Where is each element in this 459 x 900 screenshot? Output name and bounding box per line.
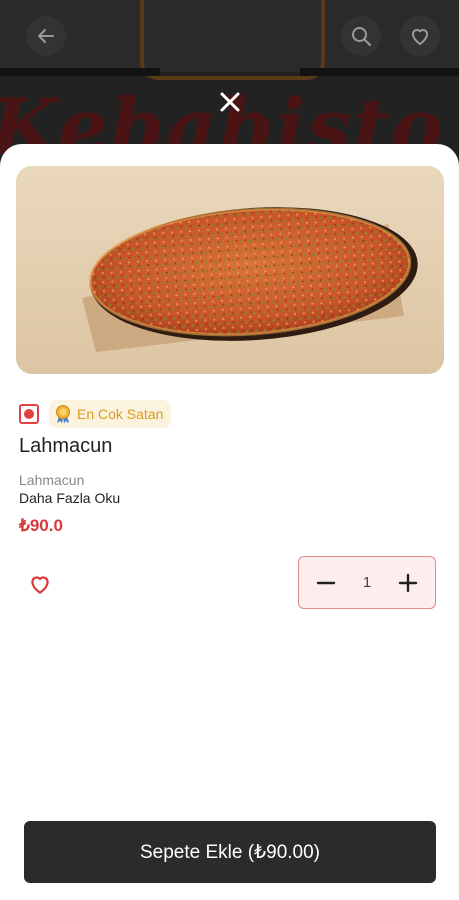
plus-icon: [398, 573, 418, 592]
heart-outline-icon: [412, 29, 428, 45]
background-stripe-right: [300, 68, 459, 76]
back-button[interactable]: [26, 16, 66, 56]
non-veg-indicator-icon: [19, 404, 39, 424]
product-detail-sheet: En Cok Satan Lahmacun Lahmacun Daha Fazl…: [0, 144, 459, 900]
search-button[interactable]: [341, 16, 381, 56]
favorites-button[interactable]: [400, 16, 440, 56]
close-modal-button[interactable]: [214, 86, 246, 118]
heart-outline-icon: [31, 576, 49, 594]
product-badges: En Cok Satan: [19, 400, 172, 428]
lahmacun-photo: [16, 166, 444, 374]
decrement-button[interactable]: [313, 570, 339, 596]
favorite-button[interactable]: [24, 568, 56, 600]
arrow-left-icon: [38, 29, 54, 43]
quantity-value: 1: [362, 574, 372, 591]
product-price: ₺90.0: [19, 516, 63, 535]
increment-button[interactable]: [395, 570, 421, 596]
search-icon: [352, 27, 371, 46]
background-stripe-left: [0, 68, 160, 76]
minus-icon: [316, 581, 336, 584]
read-more-link[interactable]: Daha Fazla Oku: [19, 490, 120, 506]
bestseller-badge: En Cok Satan: [49, 400, 172, 428]
add-to-cart-button[interactable]: Sepete Ekle (₺90.00): [24, 821, 436, 883]
bestseller-label: En Cok Satan: [77, 406, 164, 422]
product-name: Lahmacun: [19, 435, 113, 457]
product-image: [16, 166, 444, 374]
background-header: Kebabisto: [0, 0, 459, 160]
close-icon: [220, 92, 240, 112]
background-logo-frame: [140, 0, 325, 80]
add-to-cart-label: Sepete Ekle (₺90.00): [139, 841, 321, 863]
award-ribbon-icon: [56, 405, 70, 424]
product-description: Lahmacun: [19, 472, 85, 488]
quantity-stepper: 1: [298, 556, 436, 609]
